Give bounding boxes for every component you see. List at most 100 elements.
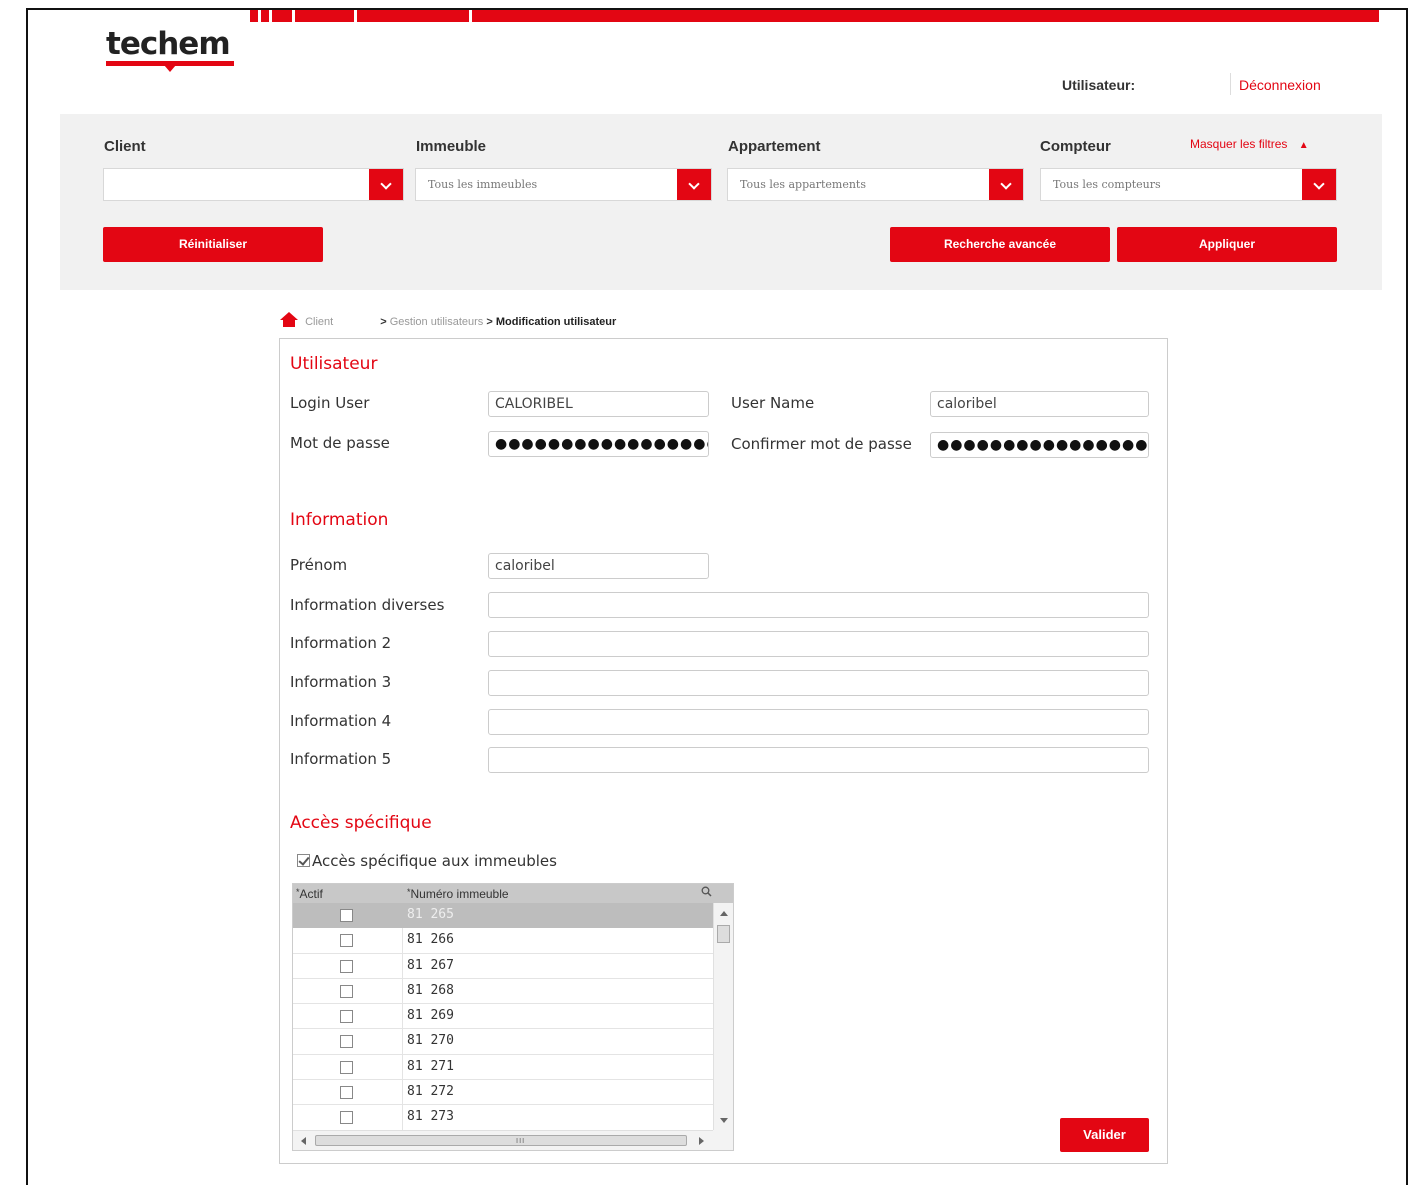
scroll-left-icon[interactable] (301, 1137, 306, 1145)
building-select-value: Tous les immeubles (428, 178, 538, 191)
row-active-checkbox[interactable] (340, 1035, 353, 1049)
info-section-title: Information (290, 510, 389, 530)
chevron-up-icon: ▲ (1298, 140, 1309, 151)
row-building-number: 81 267 (407, 957, 454, 973)
building-access-grid: *Actif *Numéro immeuble 81 265 81 266 81… (292, 883, 734, 1151)
table-row[interactable]: 81 266 (293, 928, 713, 954)
row-active-checkbox[interactable] (340, 909, 353, 922)
header-divider (1230, 73, 1231, 95)
info2-label: Information 2 (290, 634, 392, 652)
firstname-label: Prénom (290, 556, 348, 574)
col-number-header[interactable]: *Numéro immeuble (407, 887, 509, 901)
row-active-checkbox[interactable] (340, 1111, 353, 1125)
info5-field[interactable] (488, 747, 1149, 773)
chevron-down-icon[interactable] (369, 169, 403, 200)
row-active-checkbox[interactable] (340, 959, 353, 973)
apartment-filter-label: Appartement (728, 138, 821, 155)
scroll-up-icon[interactable] (720, 911, 728, 916)
table-row[interactable]: 81 269 (293, 1004, 713, 1030)
scroll-thumb[interactable]: III (315, 1135, 687, 1146)
password-field[interactable]: ●●●●●●●●●●●●●●●●●● (488, 431, 709, 457)
home-icon[interactable] (280, 312, 298, 328)
reset-button[interactable]: Réinitialiser (103, 227, 323, 262)
row-active-checkbox[interactable] (340, 1086, 353, 1100)
table-row[interactable]: 81 273 (293, 1105, 713, 1131)
scroll-right-icon[interactable] (699, 1137, 704, 1145)
building-select[interactable]: Tous les immeubles (415, 168, 712, 201)
username-field[interactable]: caloribel (930, 391, 1149, 417)
confirm-password-field[interactable]: ●●●●●●●●●●●●●●●●●● (930, 432, 1149, 458)
breadcrumb-level1[interactable]: Gestion utilisateurs (390, 316, 484, 328)
hide-filters-label: Masquer les filtres (1190, 137, 1288, 151)
row-building-number: 81 269 (407, 1008, 454, 1024)
building-filter-label: Immeuble (416, 138, 487, 155)
row-active-checkbox[interactable] (340, 1010, 353, 1024)
scrollbar-corner (713, 1130, 733, 1150)
row-active-checkbox[interactable] (340, 984, 353, 998)
table-row[interactable]: 81 270 (293, 1029, 713, 1055)
table-row[interactable]: 81 265 (293, 903, 713, 929)
client-filter-label: Client (104, 138, 146, 155)
meter-select-value: Tous les compteurs (1053, 178, 1161, 191)
table-row[interactable]: 81 272 (293, 1080, 713, 1106)
breadcrumb-current: Modification utilisateur (495, 316, 617, 328)
row-building-number: 81 265 (407, 907, 454, 922)
col-active-header[interactable]: *Actif (296, 887, 323, 901)
apartment-select[interactable]: Tous les appartements (727, 168, 1024, 201)
building-access-checkbox[interactable] (297, 854, 310, 867)
table-row[interactable]: 81 267 (293, 953, 713, 979)
advanced-search-button[interactable]: Recherche avancée (890, 227, 1110, 262)
misc-info-label: Information diverses (290, 596, 445, 614)
row-building-number: 81 273 (407, 1109, 454, 1125)
user-section-title: Utilisateur (290, 354, 378, 374)
meter-select[interactable]: Tous les compteurs (1040, 168, 1337, 201)
logo-text: techem (106, 26, 231, 62)
filter-panel (60, 114, 1382, 290)
row-active-checkbox[interactable] (340, 1060, 353, 1074)
logo-underline (106, 61, 234, 72)
logout-link[interactable]: Déconnexion (1239, 77, 1321, 93)
chevron-down-icon[interactable] (1302, 169, 1336, 200)
scroll-grip: III (516, 1137, 526, 1145)
grid-horizontal-scrollbar[interactable]: III (293, 1130, 733, 1150)
row-building-number: 81 266 (407, 932, 454, 948)
row-building-number: 81 272 (407, 1084, 454, 1100)
user-label: Utilisateur: (1062, 77, 1136, 93)
firstname-field[interactable]: caloribel (488, 553, 709, 579)
login-field[interactable]: CALORIBEL (488, 391, 709, 417)
grid-vertical-scrollbar[interactable] (713, 903, 733, 1131)
info4-label: Information 4 (290, 712, 392, 730)
client-select[interactable] (103, 168, 404, 201)
row-building-number: 81 271 (407, 1058, 454, 1074)
table-row[interactable]: 81 268 (293, 978, 713, 1005)
building-access-option[interactable]: Accès spécifique aux immeubles (297, 852, 557, 870)
confirm-password-label: Confirmer mot de passe (731, 435, 912, 453)
info2-field[interactable] (488, 631, 1149, 657)
techem-logo[interactable]: techem (106, 26, 234, 72)
chevron-down-icon[interactable] (677, 169, 711, 200)
misc-info-field[interactable] (488, 592, 1149, 618)
scroll-thumb[interactable] (717, 925, 730, 943)
row-building-number: 81 268 (407, 982, 454, 998)
password-label: Mot de passe (290, 434, 390, 452)
username-label: User Name (731, 394, 815, 412)
hide-filters-link[interactable]: Masquer les filtres ▲ (1190, 137, 1309, 151)
access-section-title: Accès spécifique (290, 813, 432, 833)
breadcrumb: Client > Gestion utilisateurs > Modifica… (280, 312, 616, 328)
building-access-label: Accès spécifique aux immeubles (312, 852, 557, 870)
info3-label: Information 3 (290, 673, 392, 691)
breadcrumb-separator: > (486, 316, 493, 328)
login-label: Login User (290, 394, 370, 412)
meter-filter-label: Compteur (1040, 138, 1111, 155)
breadcrumb-home[interactable]: Client (305, 316, 333, 328)
info3-field[interactable] (488, 670, 1149, 696)
scroll-down-icon[interactable] (720, 1118, 728, 1123)
row-active-checkbox[interactable] (340, 934, 353, 948)
table-row[interactable]: 81 271 (293, 1054, 713, 1081)
apply-button[interactable]: Appliquer (1117, 227, 1337, 262)
validate-button[interactable]: Valider (1060, 1118, 1149, 1152)
info4-field[interactable] (488, 709, 1149, 735)
search-icon[interactable] (701, 886, 712, 900)
col-number-label: Numéro immeuble (410, 887, 509, 901)
chevron-down-icon[interactable] (989, 169, 1023, 200)
